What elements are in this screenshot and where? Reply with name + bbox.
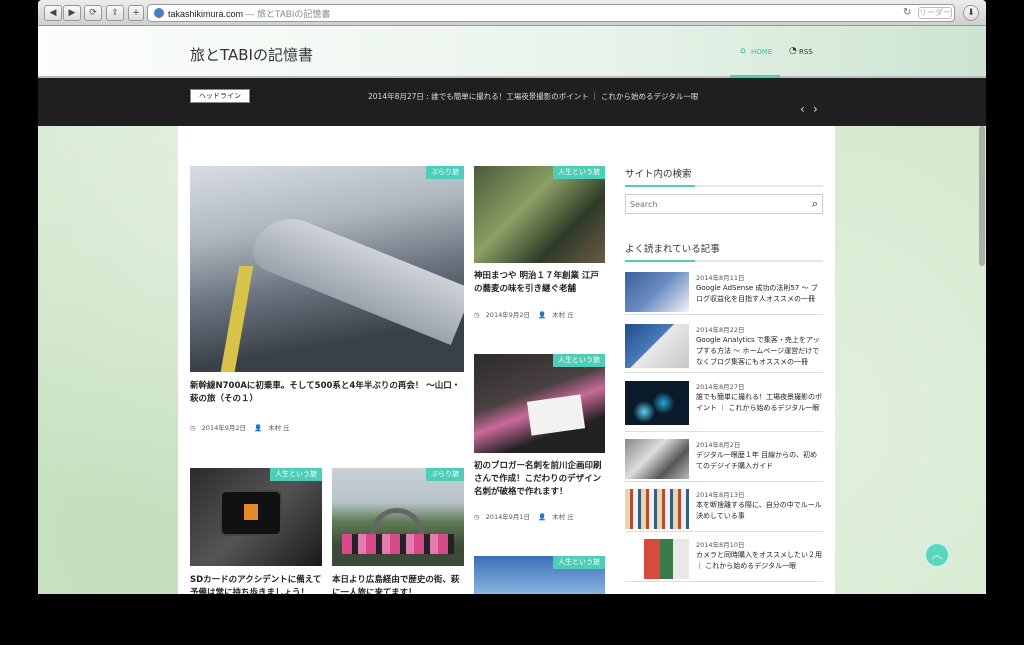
scrollbar[interactable] [979, 126, 985, 266]
popular-date: 2014年8月11日 [696, 274, 745, 282]
address-bar[interactable]: takashikimura.com — 旅とTABIの記憶書 ↻ リーダー [147, 4, 955, 22]
share-icon[interactable]: ⇪ [106, 5, 124, 21]
user-icon: 👤 [254, 424, 263, 432]
category-badge[interactable]: ぶらり旅 [426, 468, 464, 481]
chevron-up-icon: ︿ [931, 548, 943, 561]
post-thumbnail[interactable]: 人生という旅 [474, 166, 605, 263]
globe-icon [154, 8, 164, 18]
site-header: 旅とTABIの記憶書 ⌂ HOME ◔ RSS [38, 26, 986, 78]
post-author[interactable]: 木村 丘 [552, 311, 574, 319]
reload-icon[interactable]: ↻ [903, 7, 911, 18]
post-thumbnail[interactable]: 人生という旅 [474, 354, 605, 453]
popular-date: 2014年8月10日 [696, 541, 745, 549]
popular-thumbnail[interactable] [625, 381, 689, 425]
forward-button[interactable]: ▶ [63, 5, 81, 21]
warning-icon [244, 504, 258, 520]
popular-date: 2014年8月13日 [696, 491, 745, 499]
popular-thumbnail[interactable] [625, 489, 689, 529]
popular-title[interactable]: Google Analytics で集客・売上をアップする方法 〜 ホームページ… [696, 335, 822, 368]
popular-thumbnail[interactable] [625, 324, 689, 368]
post-title[interactable]: 初のブロガー名刺を前川企画印刷さんで作成！こだわりのデザイン名刺が破格で作れます… [474, 460, 606, 499]
user-icon: 👤 [538, 513, 547, 521]
post-title[interactable]: 新幹線N700Aに初乗車。そして500系と4年半ぶりの再会！ 〜山口・萩の旅（そ… [190, 380, 466, 406]
platform-line [220, 266, 254, 372]
site-title[interactable]: 旅とTABIの記憶書 [190, 44, 313, 65]
headline-link[interactable]: 2014年8月27日 : 誰でも簡単に撮れる！工場夜景撮影のポイント ｜ これか… [368, 91, 698, 102]
clock-icon: ◷ [474, 311, 480, 319]
post-thumbnail[interactable]: 人生という旅 [474, 556, 605, 594]
url-page-title: — 旅とTABIの記憶書 [243, 9, 331, 19]
browser-toolbar: ◀ ▶ ⟳ ⇪ + takashikimura.com — 旅とTABIの記憶書… [38, 0, 986, 26]
popular-date: 2014年8月2日 [696, 441, 741, 449]
post-date: 2014年9月1日 [485, 513, 530, 521]
post-meta: ◷ 2014年9月2日 👤 木村 丘 [190, 422, 296, 432]
post-author[interactable]: 木村 丘 [552, 513, 574, 521]
popular-title[interactable]: カメラと同時購入をオススメしたい２用 ｜ これから始めるデジタル一眼 [696, 550, 822, 572]
popular-date: 2014年8月22日 [696, 326, 745, 334]
search-input[interactable] [626, 195, 796, 213]
post-title[interactable]: 神田まつや 明治１７年創業 江戸の蕎麦の味を引き継ぐ老舗 [474, 270, 606, 296]
popular-title[interactable]: 誰でも簡単に撮れる！工場夜景撮影のポイント ｜ これから始めるデジタル一眼 [696, 392, 822, 414]
history-icon[interactable]: ⟳ [84, 5, 102, 21]
download-icon[interactable]: ⬇ [963, 5, 979, 21]
nav-home-label: HOME [751, 48, 773, 56]
search-form: ⌕ [625, 194, 823, 214]
clock-icon: ◷ [474, 513, 480, 521]
category-badge[interactable]: 人生という旅 [553, 556, 605, 569]
search-heading: サイト内の検索 [625, 169, 692, 180]
category-badge[interactable]: 人生という旅 [270, 468, 322, 481]
crowd-shape [342, 534, 454, 554]
popular-item[interactable]: 2014年8月11日 Google AdSense 成功の法則57 〜 ブログ収… [625, 270, 823, 315]
post-author[interactable]: 木村 丘 [268, 424, 290, 432]
post-thumbnail[interactable]: ぶらり旅 [332, 468, 464, 566]
user-icon: 👤 [538, 311, 547, 319]
browser-window: ◀ ▶ ⟳ ⇪ + takashikimura.com — 旅とTABIの記憶書… [38, 0, 986, 594]
post-thumbnail[interactable]: 人生という旅 [190, 468, 322, 566]
popular-date: 2014年8月27日 [696, 383, 745, 391]
post-thumbnail[interactable]: ぶらり旅 [190, 166, 464, 372]
url-domain: takashikimura.com [168, 9, 244, 19]
popular-heading: よく読まれている記事 [625, 244, 720, 255]
popular-item[interactable]: 2014年8月10日 カメラと同時購入をオススメしたい２用 ｜ これから始めるデ… [625, 537, 823, 582]
popular-title[interactable]: デジタル一眼歴１年 目線からの、初めてのデジイチ購入ガイド [696, 450, 822, 472]
post-title[interactable]: 本日より広島経由で歴史の街、萩に一人旅に来てます！ [332, 574, 464, 594]
reader-button[interactable]: リーダー [918, 7, 952, 19]
new-tab-button[interactable]: + [128, 5, 144, 21]
heading-underline [625, 260, 823, 262]
rss-icon: ◔ [789, 46, 797, 56]
home-icon: ⌂ [740, 46, 746, 56]
popular-thumbnail[interactable] [625, 539, 689, 579]
post-title[interactable]: SDカードのアクシデントに備えて予備は常に持ち歩きましょう！ [190, 574, 322, 594]
back-to-top-button[interactable]: ︿ [924, 542, 950, 568]
category-badge[interactable]: ぶらり旅 [426, 166, 464, 179]
web-page: 旅とTABIの記憶書 ⌂ HOME ◔ RSS ヘッドライン 2014年8月27… [38, 26, 986, 594]
post-meta: ◷ 2014年9月2日 👤 木村 丘 [474, 309, 580, 319]
popular-thumbnail[interactable] [625, 272, 689, 312]
headline-bar: ヘッドライン 2014年8月27日 : 誰でも簡単に撮れる！工場夜景撮影のポイン… [38, 78, 986, 126]
popular-item[interactable]: 2014年8月2日 デジタル一眼歴１年 目線からの、初めてのデジイチ購入ガイド [625, 437, 823, 482]
popular-item[interactable]: 2014年8月13日 本を断捨離する際に、自分の中でルール決めしている事 [625, 487, 823, 532]
post-date: 2014年9月2日 [201, 424, 246, 432]
post-meta: ◷ 2014年9月1日 👤 木村 丘 [474, 511, 580, 521]
category-badge[interactable]: 人生という旅 [553, 166, 605, 179]
popular-title[interactable]: 本を断捨離する際に、自分の中でルール決めしている事 [696, 500, 822, 522]
nav-rss-label: RSS [799, 48, 813, 56]
popular-item[interactable]: 2014年8月27日 誰でも簡単に撮れる！工場夜景撮影のポイント ｜ これから始… [625, 379, 823, 432]
post-date: 2014年9月2日 [485, 311, 530, 319]
popular-item[interactable]: 2014年8月22日 Google Analytics で集客・売上をアップする… [625, 322, 823, 373]
train-shape [246, 206, 464, 346]
clock-icon: ◷ [190, 424, 196, 432]
popular-title[interactable]: Google AdSense 成功の法則57 〜 ブログ収益化を目指す人オススメ… [696, 283, 822, 305]
nav-rss[interactable]: ◔ RSS [789, 26, 829, 78]
back-button[interactable]: ◀ [44, 5, 62, 21]
headline-tag: ヘッドライン [190, 89, 250, 103]
chevron-left-icon[interactable]: ‹ [800, 102, 805, 116]
search-icon[interactable]: ⌕ [812, 197, 818, 211]
heading-underline [625, 185, 823, 187]
chevron-right-icon[interactable]: › [813, 102, 818, 116]
nav-home[interactable]: ⌂ HOME [730, 26, 780, 78]
popular-thumbnail[interactable] [625, 439, 689, 479]
category-badge[interactable]: 人生という旅 [553, 354, 605, 367]
business-card-shape [526, 394, 586, 436]
